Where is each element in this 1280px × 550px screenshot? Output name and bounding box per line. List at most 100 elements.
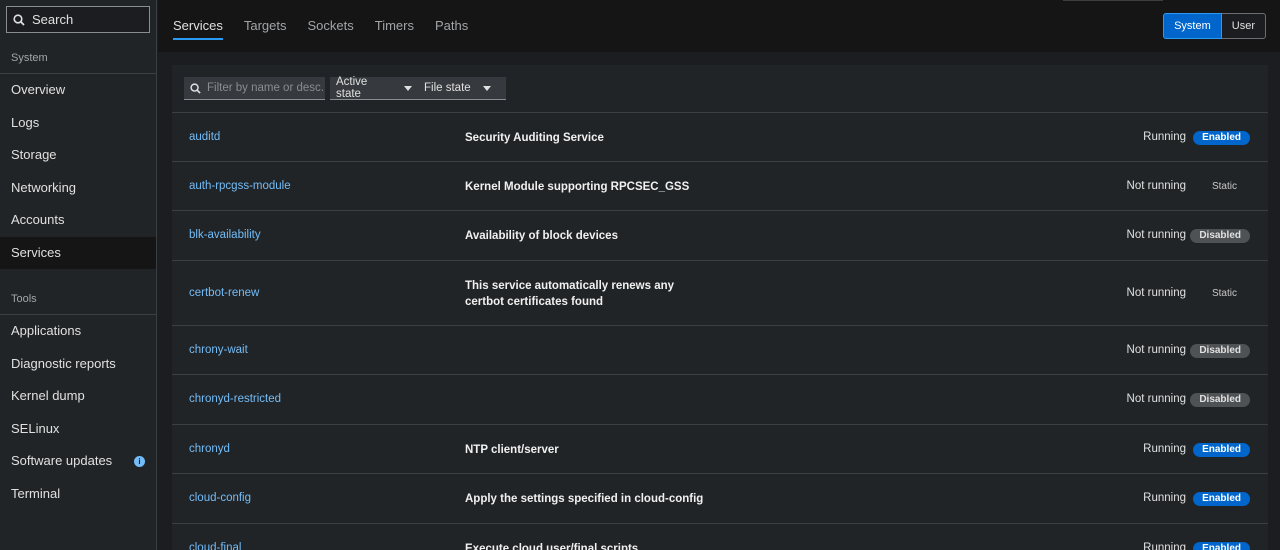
active-state-dropdown[interactable]: Active state — [330, 76, 418, 100]
sidebar-item-accounts[interactable]: Accounts — [0, 204, 156, 237]
file-state-badge: Disabled — [1190, 344, 1250, 358]
sidebar-item-label: Terminal — [11, 485, 61, 501]
service-name-link[interactable]: chronyd — [189, 443, 230, 455]
tab-sockets[interactable]: Sockets — [308, 0, 354, 52]
service-active-state: Not running — [1126, 229, 1186, 241]
sidebar-item-software-updates[interactable]: Software updates i — [0, 445, 156, 478]
file-state-dropdown[interactable]: File state — [418, 77, 506, 100]
file-state-badge: Enabled — [1193, 492, 1250, 506]
file-state-badge: Disabled — [1190, 229, 1250, 243]
service-active-state: Running — [1143, 542, 1186, 550]
service-active-state: Not running — [1126, 287, 1186, 299]
service-name-link[interactable]: chronyd-restricted — [189, 393, 281, 405]
sidebar-item-label: Services — [11, 244, 61, 260]
sidebar-item-label: Kernel dump — [11, 388, 85, 403]
file-state-badge: Enabled — [1193, 443, 1250, 457]
table-row[interactable]: chrony-wait Not running Disabled — [172, 326, 1268, 375]
sidebar-item-terminal[interactable]: Terminal — [0, 478, 156, 511]
tab-paths[interactable]: Paths — [435, 0, 468, 52]
service-active-state: Running — [1143, 492, 1186, 504]
file-state-label: File state — [424, 82, 471, 94]
toggle-user-button[interactable]: User — [1221, 13, 1266, 39]
file-state-badge: Static — [1211, 181, 1237, 192]
sidebar-item-label: Storage — [11, 147, 57, 162]
search-label: Search — [32, 12, 74, 27]
file-state-badge: Disabled — [1190, 393, 1250, 407]
caret-down-icon — [404, 85, 412, 91]
file-state-badge: Enabled — [1193, 542, 1250, 550]
sidebar-item-label: SELinux — [11, 420, 60, 436]
tab-services[interactable]: Services — [173, 0, 223, 52]
service-active-state: Running — [1143, 443, 1186, 455]
sidebar-item-label: Applications — [11, 323, 82, 338]
service-description: Execute cloud user/final scripts — [465, 543, 639, 550]
service-name-link[interactable]: blk-availability — [189, 229, 261, 241]
section-title-tools: Tools — [11, 293, 37, 305]
filter-placeholder: Filter by name or desc... — [207, 82, 325, 94]
sidebar-item-label: Diagnostic reports — [11, 355, 116, 371]
service-description: Kernel Module supporting RPCSEC_GSS — [465, 181, 690, 193]
service-name-link[interactable]: chrony-wait — [189, 344, 248, 356]
search-input[interactable]: Search — [6, 6, 150, 33]
service-name-link[interactable]: auditd — [189, 131, 220, 143]
service-description: This service automatically renews any ce… — [465, 280, 675, 308]
active-state-label: Active state — [336, 76, 368, 100]
search-icon — [13, 13, 25, 26]
sidebar-item-label: Overview — [11, 82, 66, 97]
service-description: Apply the settings specified in cloud-co… — [465, 493, 704, 505]
service-description: Availability of block devices — [465, 230, 618, 242]
service-active-state: Not running — [1126, 393, 1186, 405]
service-description: Security Auditing Service — [465, 132, 604, 144]
sidebar: Search System Overview Logs Storage Network… — [0, 0, 157, 550]
file-state-badge: Enabled — [1193, 131, 1250, 145]
service-name-link[interactable]: auth-rpcgss-module — [189, 180, 291, 192]
sidebar-item-storage[interactable]: Storage — [0, 139, 156, 172]
system-nav: Overview Logs Storage Networking Accounts Ser… — [0, 74, 156, 269]
table-row[interactable]: chronyd-restricted Not running Disabled — [172, 375, 1268, 425]
service-active-state: Running — [1143, 131, 1186, 143]
services-card: Filter by name or desc... Active state F… — [172, 65, 1268, 550]
table-row[interactable]: cloud-config Apply the settings specified… — [172, 474, 1268, 524]
state-filters: Active state File state — [330, 76, 506, 100]
table-row[interactable]: cloud-final Execute cloud user/final scri… — [172, 524, 1268, 550]
service-active-state: Not running — [1126, 344, 1186, 356]
sidebar-item-kernel-dump[interactable]: Kernel dump — [0, 380, 156, 413]
service-description: NTP client/server — [465, 444, 559, 456]
table-row[interactable]: blk-availability Availability of block de… — [172, 211, 1268, 261]
services-list: auditd Security Auditing Service Running En… — [172, 113, 1268, 550]
table-row[interactable]: auth-rpcgss-module Kernel Module supporti… — [172, 162, 1268, 211]
sidebar-item-diagnostic-reports[interactable]: Diagnostic reports — [0, 348, 156, 381]
sidebar-item-label: Accounts — [11, 212, 65, 227]
sidebar-item-services[interactable]: Services — [0, 236, 156, 269]
sidebar-item-selinux[interactable]: SELinux — [0, 413, 156, 446]
service-name-link[interactable]: cloud-final — [189, 542, 241, 550]
sidebar-item-logs[interactable]: Logs — [0, 107, 156, 140]
sidebar-item-label: Software updates — [11, 453, 113, 468]
service-tabs: Services Targets Sockets Timers Paths — [173, 0, 489, 52]
sidebar-item-label: Logs — [11, 114, 40, 130]
toggle-system-button[interactable]: System — [1163, 13, 1222, 39]
file-state-badge: Static — [1211, 288, 1237, 299]
service-name-link[interactable]: cloud-config — [189, 492, 251, 504]
filter-input[interactable]: Filter by name or desc... — [184, 77, 325, 100]
divider — [1063, 0, 1163, 1]
system-user-toggle: System User — [1163, 13, 1266, 39]
info-icon: i — [134, 455, 145, 467]
caret-down-icon — [482, 85, 491, 91]
sidebar-item-networking[interactable]: Networking — [0, 172, 156, 205]
table-row[interactable]: chronyd NTP client/server Running Enabled — [172, 425, 1268, 474]
service-name-link[interactable]: certbot-renew — [189, 287, 259, 299]
table-row[interactable]: auditd Security Auditing Service Running En… — [172, 113, 1268, 162]
sidebar-item-label: Networking — [11, 179, 77, 195]
sidebar-item-overview[interactable]: Overview — [0, 74, 156, 107]
tab-timers[interactable]: Timers — [375, 0, 414, 52]
section-title-system: System — [11, 52, 48, 64]
service-active-state: Not running — [1126, 180, 1186, 192]
top-bar: Services Targets Sockets Timers Paths System… — [158, 0, 1280, 52]
table-row[interactable]: certbot-renew This service automatically … — [172, 261, 1268, 326]
sidebar-item-applications[interactable]: Applications — [0, 315, 156, 348]
tools-nav: Applications Diagnostic reports Kernel dum… — [0, 315, 156, 510]
tab-targets[interactable]: Targets — [244, 0, 287, 52]
services-toolbar: Filter by name or desc... Active state F… — [172, 65, 1268, 113]
search-icon — [190, 82, 201, 94]
